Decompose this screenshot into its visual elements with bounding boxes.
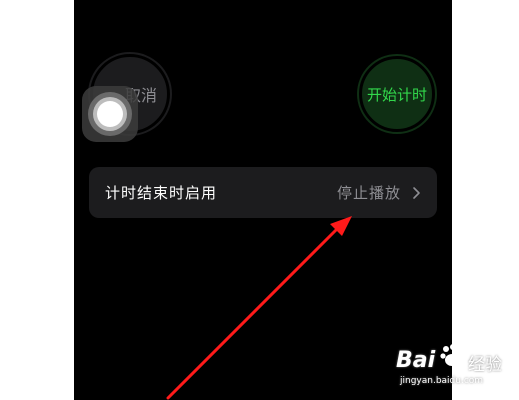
assistive-touch-icon[interactable] xyxy=(82,86,138,142)
screenshot-page: 取消 开始计时 计时结束时启用 停止播放 Bai 经验 jingyan.baid… xyxy=(0,0,519,400)
baidu-jingyan-watermark: Bai 经验 jingyan.baidu.com xyxy=(396,342,516,397)
start-timer-button[interactable]: 开始计时 xyxy=(359,56,435,132)
when-timer-ends-label: 计时结束时启用 xyxy=(105,184,218,202)
start-timer-label: 开始计时 xyxy=(366,85,427,104)
timer-screen: 取消 开始计时 计时结束时启用 停止播放 xyxy=(74,0,452,400)
watermark-brand-text: 经验 xyxy=(468,355,502,375)
baidu-paw-icon xyxy=(440,344,462,366)
watermark-url: jingyan.baidu.com xyxy=(400,376,484,386)
watermark-logo-text: Bai xyxy=(396,348,436,373)
when-timer-ends-row[interactable]: 计时结束时启用 停止播放 xyxy=(89,167,437,218)
when-timer-ends-value: 停止播放 xyxy=(336,184,401,202)
chevron-right-icon xyxy=(413,186,420,199)
when-timer-ends-value-group: 停止播放 xyxy=(337,182,423,203)
